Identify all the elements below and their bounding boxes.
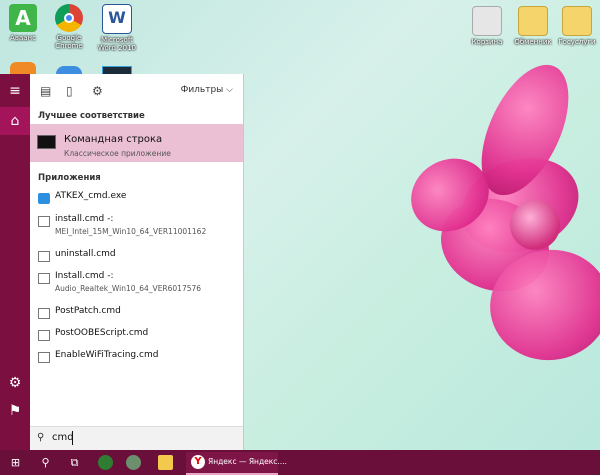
recycle-bin-icon <box>472 6 502 36</box>
best-match-title: Командная строка <box>64 134 163 145</box>
script-file-icon <box>38 216 50 227</box>
app-name: Install.cmd <box>55 271 105 281</box>
list-item[interactable]: EnableWiFiTracing.cmd <box>30 350 243 366</box>
app-name: install.cmd <box>55 214 105 224</box>
app-name: EnableWiFiTracing.cmd <box>55 350 159 360</box>
desktop-icon-recycle-bin[interactable]: Корзина <box>464 6 510 46</box>
app-name-suffix: -: <box>104 214 114 224</box>
avaans-icon: A <box>9 4 37 32</box>
list-item[interactable]: PostOOBEScript.cmd <box>30 328 243 344</box>
app-name: uninstall.cmd <box>55 249 116 259</box>
desktop-icon-label: Google Chrome <box>55 34 83 50</box>
app-icon[interactable] <box>98 455 113 470</box>
desktop-icon-word[interactable]: W Microsoft Word 2010 <box>94 4 140 52</box>
chrome-icon <box>55 4 83 32</box>
task-view-icon[interactable]: ⧉ <box>67 455 82 470</box>
search-results-panel: ▤ ▯ ⚙ Фильтры ⌵ Лучшее соответствие Кома… <box>30 74 244 450</box>
taskbar-yandex-button[interactable]: Y Яндекс — Яндекс.... <box>186 452 287 475</box>
app-name: PostOOBEScript.cmd <box>55 328 149 338</box>
search-icon[interactable]: ⚲ <box>38 455 53 470</box>
desktop-icon-gosuslugi[interactable]: Госуслуги <box>554 6 600 46</box>
yandex-icon: Y <box>191 455 205 469</box>
desktop-icon-label: Корзина <box>471 38 503 46</box>
home-button[interactable]: ⌂ <box>0 107 30 135</box>
home-icon: ⌂ <box>10 113 20 129</box>
folder-icon <box>518 6 548 36</box>
desktop-icon-label: Обменник <box>514 38 552 46</box>
desktop-wallpaper <box>397 40 600 410</box>
settings-filter-icon[interactable]: ⚙ <box>92 85 104 97</box>
desktop-icon-obmennik[interactable]: Обменник <box>510 6 556 46</box>
file-explorer-icon[interactable] <box>158 455 173 470</box>
search-input[interactable]: cmd <box>52 432 74 443</box>
list-item[interactable]: install.cmd -: MEI_Intel_15M_Win10_64_VE… <box>30 214 243 242</box>
best-match-item[interactable]: Командная строка Классическое приложение <box>30 124 243 162</box>
desktop-icon-avaans[interactable]: A Аваанс <box>0 4 46 42</box>
desktop-icon-label: Госуслуги <box>558 38 596 46</box>
list-item[interactable]: ATKEX_cmd.exe <box>30 191 243 207</box>
search-box[interactable]: ⚲ cmd <box>30 426 243 451</box>
desktop-icon-chrome[interactable]: Google Chrome <box>46 4 92 50</box>
script-file-icon <box>38 251 50 262</box>
folder-icon <box>562 6 592 36</box>
desktop-icon-label: Аваанс <box>10 34 36 42</box>
desktop-icon-partial[interactable] <box>56 66 82 74</box>
app-icon[interactable] <box>126 455 141 470</box>
chevron-down-icon: ⌵ <box>226 85 233 95</box>
filters-dropdown[interactable]: Фильтры ⌵ <box>181 85 233 95</box>
search-icon: ⚲ <box>37 432 45 443</box>
script-file-icon <box>38 273 50 284</box>
command-prompt-icon <box>37 135 56 149</box>
script-file-icon <box>38 352 50 363</box>
list-item[interactable]: Install.cmd -: Audio_Realtek_Win10_64_VE… <box>30 271 243 299</box>
list-item[interactable]: PostPatch.cmd <box>30 306 243 322</box>
app-path: Audio_Realtek_Win10_64_VER6017576 <box>55 284 202 293</box>
feedback-icon[interactable]: ⚑ <box>6 402 24 420</box>
script-file-icon <box>38 308 50 319</box>
desktop-icon-partial[interactable] <box>10 62 36 74</box>
apps-view-icon[interactable]: ▤ <box>40 85 52 97</box>
hamburger-icon[interactable]: ≡ <box>6 82 24 100</box>
start-menu-rail: ≡ ⌂ ⚙ ⚑ <box>0 74 30 450</box>
taskbar-app-label: Яндекс — Яндекс.... <box>208 457 287 466</box>
best-match-heading: Лучшее соответствие <box>38 111 145 121</box>
list-item[interactable]: uninstall.cmd <box>30 249 243 265</box>
desktop-icon-label: Microsoft Word 2010 <box>97 36 137 52</box>
app-name: PostPatch.cmd <box>55 306 121 316</box>
taskbar: ⊞ ⚲ ⧉ Y Яндекс — Яндекс.... <box>0 450 600 475</box>
windows-start-icon[interactable]: ⊞ <box>8 455 23 470</box>
app-path: MEI_Intel_15M_Win10_64_VER11001162 <box>55 227 207 236</box>
word-icon: W <box>102 4 132 34</box>
app-name: ATKEX_cmd.exe <box>55 191 127 201</box>
script-file-icon <box>38 330 50 341</box>
documents-icon[interactable]: ▯ <box>66 85 78 97</box>
settings-icon[interactable]: ⚙ <box>6 374 24 392</box>
application-icon <box>38 193 50 204</box>
best-match-subtitle: Классическое приложение <box>64 149 171 158</box>
apps-heading: Приложения <box>38 173 101 183</box>
app-name-suffix: -: <box>104 271 114 281</box>
text-caret <box>72 431 73 445</box>
filters-label: Фильтры <box>180 85 224 95</box>
